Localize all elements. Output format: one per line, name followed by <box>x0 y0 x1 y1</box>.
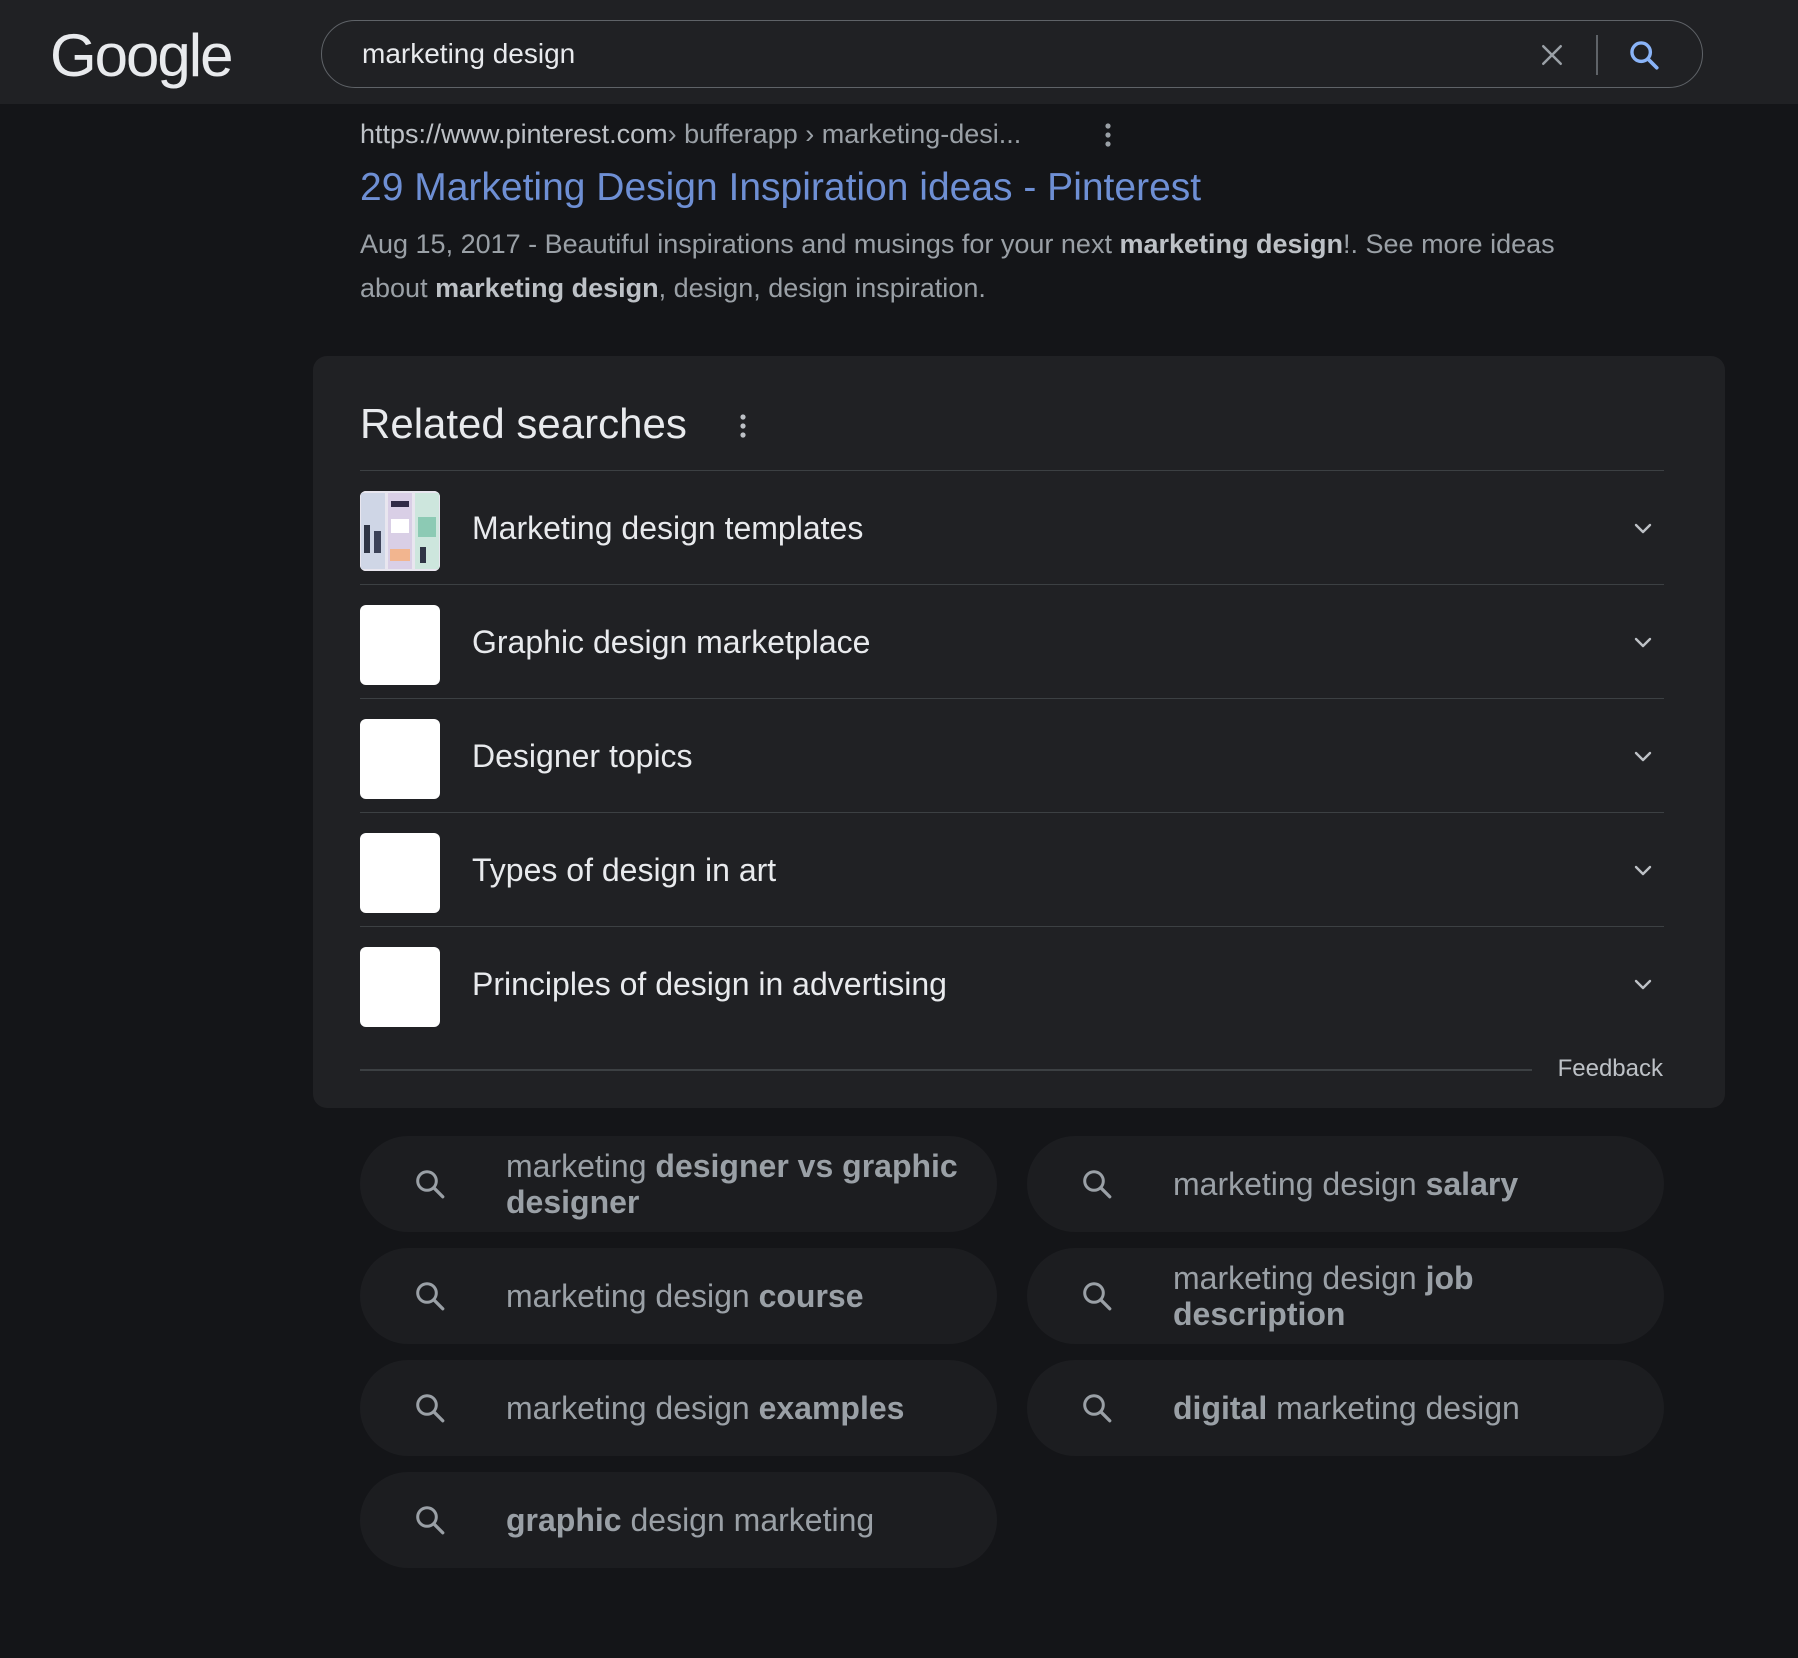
related-item-expand[interactable] <box>1628 513 1658 543</box>
chevron-down-icon <box>1634 979 1652 990</box>
query-highlight: course <box>758 1278 864 1314</box>
more-vert-icon <box>1105 123 1111 147</box>
query-highlight: digital <box>1173 1390 1268 1426</box>
close-icon <box>1542 45 1562 65</box>
related-item-label: Marketing design templates <box>472 510 864 546</box>
search-box <box>321 20 1703 88</box>
related-item-expand[interactable] <box>1628 855 1658 885</box>
related-thumbnail <box>360 491 440 571</box>
search-icon <box>1083 1282 1112 1311</box>
google-logo[interactable]: Google <box>50 22 233 90</box>
header-bar: Google <box>0 0 1798 104</box>
query-highlight: graphic <box>506 1502 622 1538</box>
related-searches-list: Marketing design templates Graphic desig… <box>360 470 1664 1040</box>
related-query-label: marketing design examples <box>506 1390 904 1426</box>
search-result: https://www.pinterest.com › bufferapp › … <box>360 116 1560 310</box>
search-divider <box>1596 35 1598 75</box>
result-title-link[interactable]: 29 Marketing Design Inspiration ideas - … <box>360 164 1560 212</box>
snippet-text: , design, design inspiration. <box>658 273 986 303</box>
query-text: design marketing <box>621 1502 875 1538</box>
result-snippet: Aug 15, 2017 - Beautiful inspirations an… <box>360 222 1560 310</box>
related-thumbnail <box>360 833 440 913</box>
result-url-path: › bufferapp › marketing-desi... <box>667 119 1022 149</box>
related-item[interactable]: Types of design in art <box>360 812 1664 926</box>
related-query-label: graphic design marketing <box>506 1502 874 1538</box>
search-icon <box>1083 1394 1112 1423</box>
related-searches-title: Related searches <box>360 400 687 447</box>
chevron-down-icon <box>1634 865 1652 876</box>
related-query-label: marketing design course <box>506 1278 864 1314</box>
related-item[interactable]: Principles of design in advertising <box>360 926 1664 1040</box>
related-query-chip[interactable]: marketing design salary <box>1027 1136 1664 1232</box>
chevron-down-icon <box>1634 637 1652 648</box>
search-input[interactable] <box>362 35 1512 73</box>
related-query-text: marketing design examples <box>506 1360 966 1456</box>
search-icon <box>416 1506 445 1535</box>
related-thumbnail <box>360 605 440 685</box>
query-highlight: salary <box>1425 1166 1519 1202</box>
more-vert-icon <box>740 414 746 438</box>
related-item-label: Principles of design in advertising <box>472 966 947 1002</box>
related-item-label: Graphic design marketplace <box>472 624 871 660</box>
related-query-chip[interactable]: marketing design examples <box>360 1360 997 1456</box>
result-url[interactable]: https://www.pinterest.com › bufferapp › … <box>360 116 1560 152</box>
query-text: marketing design <box>506 1390 759 1426</box>
snippet-text: Aug 15, 2017 - Beautiful inspirations an… <box>360 229 1120 259</box>
search-icon <box>416 1394 445 1423</box>
search-icon <box>1083 1170 1112 1199</box>
related-query-text: marketing design salary <box>1173 1136 1633 1232</box>
query-text: marketing design <box>1173 1166 1426 1202</box>
related-query-label: digital marketing design <box>1173 1390 1520 1426</box>
snippet-highlight: marketing design <box>1119 229 1344 259</box>
related-item[interactable]: Designer topics <box>360 698 1664 812</box>
query-text: marketing design <box>506 1278 759 1314</box>
related-query-chip[interactable]: graphic design marketing <box>360 1472 997 1568</box>
related-item-expand[interactable] <box>1628 969 1658 999</box>
related-query-label: marketing designer vs graphic designer <box>506 1148 966 1220</box>
related-item[interactable]: Graphic design marketplace <box>360 584 1664 698</box>
query-text: marketing design <box>1267 1390 1520 1426</box>
related-query-text: marketing design job description <box>1173 1248 1633 1344</box>
related-item-expand[interactable] <box>1628 627 1658 657</box>
search-button[interactable] <box>1622 33 1666 77</box>
snippet-highlight: marketing design <box>435 273 659 303</box>
search-icon <box>416 1170 445 1199</box>
related-more-button[interactable] <box>728 408 758 444</box>
related-thumbnail <box>360 947 440 1027</box>
related-query-label: marketing design job description <box>1173 1260 1633 1332</box>
query-text: marketing design <box>1173 1260 1426 1296</box>
query-text: marketing <box>506 1148 656 1184</box>
chevron-down-icon <box>1634 751 1652 762</box>
feedback-divider <box>360 1069 1532 1071</box>
related-query-text: marketing design course <box>506 1248 966 1344</box>
search-icon <box>1630 41 1659 70</box>
related-query-text: marketing designer vs graphic designer <box>506 1136 966 1232</box>
related-item-label: Types of design in art <box>472 852 777 888</box>
chevron-down-icon <box>1634 523 1652 534</box>
search-icon <box>416 1282 445 1311</box>
result-url-host: https://www.pinterest.com <box>360 119 668 149</box>
related-query-chip[interactable]: marketing design job description <box>1027 1248 1664 1344</box>
related-query-chip[interactable]: marketing design course <box>360 1248 997 1344</box>
result-more-button[interactable] <box>1093 120 1123 150</box>
query-highlight: examples <box>758 1390 905 1426</box>
clear-search-button[interactable] <box>1532 35 1572 75</box>
related-item-expand[interactable] <box>1628 741 1658 771</box>
related-searches-card: Related searches Marketing design templa… <box>313 356 1725 1108</box>
related-query-label: marketing design salary <box>1173 1166 1518 1202</box>
feedback-link[interactable]: Feedback <box>1558 1054 1663 1084</box>
related-query-text: digital marketing design <box>1173 1360 1633 1456</box>
related-item-label: Designer topics <box>472 738 693 774</box>
related-thumbnail <box>360 719 440 799</box>
related-query-chip[interactable]: digital marketing design <box>1027 1360 1664 1456</box>
related-query-text: graphic design marketing <box>506 1472 966 1568</box>
related-item[interactable]: Marketing design templates <box>360 470 1664 584</box>
template-collage-image <box>360 491 440 571</box>
related-query-chip[interactable]: marketing designer vs graphic designer <box>360 1136 997 1232</box>
